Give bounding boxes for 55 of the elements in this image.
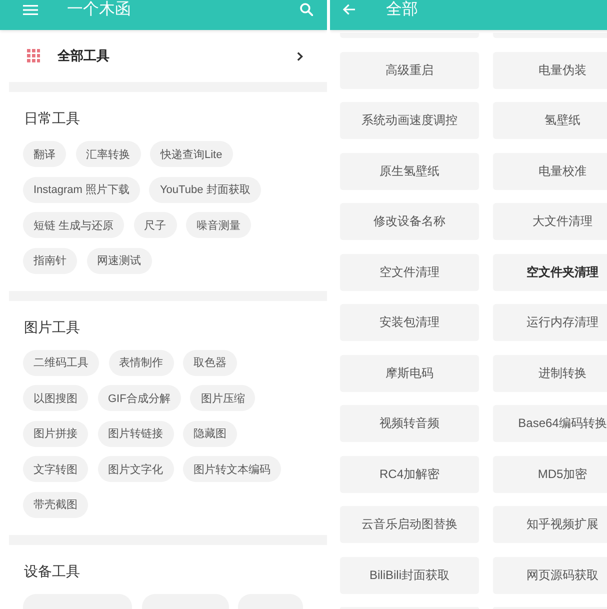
tool-chip[interactable]: 汇率转换 bbox=[76, 141, 140, 167]
section-title: 设备工具 bbox=[24, 562, 81, 580]
tool-chip[interactable]: 尺子 bbox=[134, 212, 177, 238]
tool-card[interactable]: 安装包清理 bbox=[340, 304, 479, 341]
back-arrow-icon[interactable] bbox=[343, 4, 355, 15]
tool-chip[interactable]: 文字转图 bbox=[23, 456, 88, 482]
tool-chip[interactable]: 网速测试 bbox=[86, 248, 152, 274]
tool-card[interactable]: 知乎视频扩展 bbox=[493, 506, 607, 543]
tool-card[interactable]: MD5加密 bbox=[493, 456, 607, 492]
tool-card[interactable]: 电量校准 bbox=[493, 152, 607, 190]
tool-chip[interactable]: 快递查询Lite bbox=[150, 141, 233, 167]
tool-chip[interactable]: 翻译 bbox=[23, 141, 66, 167]
tool-chip[interactable]: 以图搜图 bbox=[23, 385, 88, 411]
tool-chip[interactable]: Instagram 照片下载 bbox=[23, 176, 140, 202]
tool-chip[interactable]: YouTube 封面获取 bbox=[149, 176, 261, 202]
tool-card[interactable]: 修改设备名称 bbox=[340, 203, 479, 240]
tool-chip[interactable]: 带壳截图 bbox=[23, 492, 88, 518]
tool-chip[interactable]: 二维码工具 bbox=[23, 350, 99, 376]
tool-card[interactable]: 大文件清理 bbox=[493, 203, 607, 240]
tool-card[interactable]: BiliBili封面获取 bbox=[340, 556, 479, 594]
tool-card[interactable]: 视频转音频 bbox=[340, 405, 479, 442]
tool-chip[interactable]: 噪音测量 bbox=[186, 212, 252, 238]
tool-card[interactable]: 电量伪装 bbox=[493, 52, 607, 88]
chevron-right-icon bbox=[297, 52, 303, 60]
tool-card[interactable]: 摩斯电码 bbox=[340, 354, 479, 392]
tool-card[interactable]: 氢壁纸 bbox=[493, 102, 607, 139]
tool-card[interactable]: Base64编码转换 bbox=[493, 405, 607, 442]
search-icon[interactable] bbox=[300, 3, 313, 16]
tool-card[interactable]: 高级重启 bbox=[340, 52, 479, 88]
tool-card[interactable]: 进制转换 bbox=[493, 354, 607, 392]
tool-card[interactable]: 空文件夹清理 bbox=[493, 254, 607, 290]
tool-chip[interactable]: 表情制作 bbox=[108, 350, 174, 376]
tool-card[interactable]: 云音乐启动图替换 bbox=[340, 506, 479, 543]
tool-chip[interactable]: 隐藏图 bbox=[183, 420, 237, 446]
grid-icon bbox=[27, 49, 40, 63]
section-title: 日常工具 bbox=[24, 109, 81, 128]
tool-card[interactable]: 网页源码获取 bbox=[493, 556, 607, 594]
tool-chip[interactable]: 短链 生成与还原 bbox=[23, 212, 124, 238]
tool-card[interactable]: 运行内存清理 bbox=[493, 304, 607, 341]
tool-card[interactable]: 原生氢壁纸 bbox=[340, 152, 479, 190]
tool-chip[interactable]: 图片转文本编码 bbox=[183, 456, 281, 482]
tool-chip[interactable]: 图片压缩 bbox=[190, 385, 256, 411]
tool-chip[interactable]: 指南针 bbox=[23, 248, 77, 274]
section-title: 图片工具 bbox=[24, 318, 81, 336]
tool-card[interactable]: 系统动画速度调控 bbox=[340, 102, 479, 139]
tool-chip[interactable]: 图片文字化 bbox=[98, 456, 174, 482]
tool-chip[interactable]: GIF合成分解 bbox=[98, 385, 181, 411]
menu-icon[interactable] bbox=[23, 4, 38, 14]
tool-chip[interactable]: 图片转链接 bbox=[98, 420, 174, 446]
tool-card[interactable]: RC4加解密 bbox=[340, 456, 479, 492]
screen-title: 全部 bbox=[386, 0, 418, 18]
app-title: 一个木函 bbox=[67, 0, 131, 18]
tool-chip[interactable]: 取色器 bbox=[183, 350, 237, 376]
tool-chip[interactable]: 图片拼接 bbox=[23, 420, 88, 446]
tool-card[interactable]: 空文件清理 bbox=[340, 254, 479, 290]
